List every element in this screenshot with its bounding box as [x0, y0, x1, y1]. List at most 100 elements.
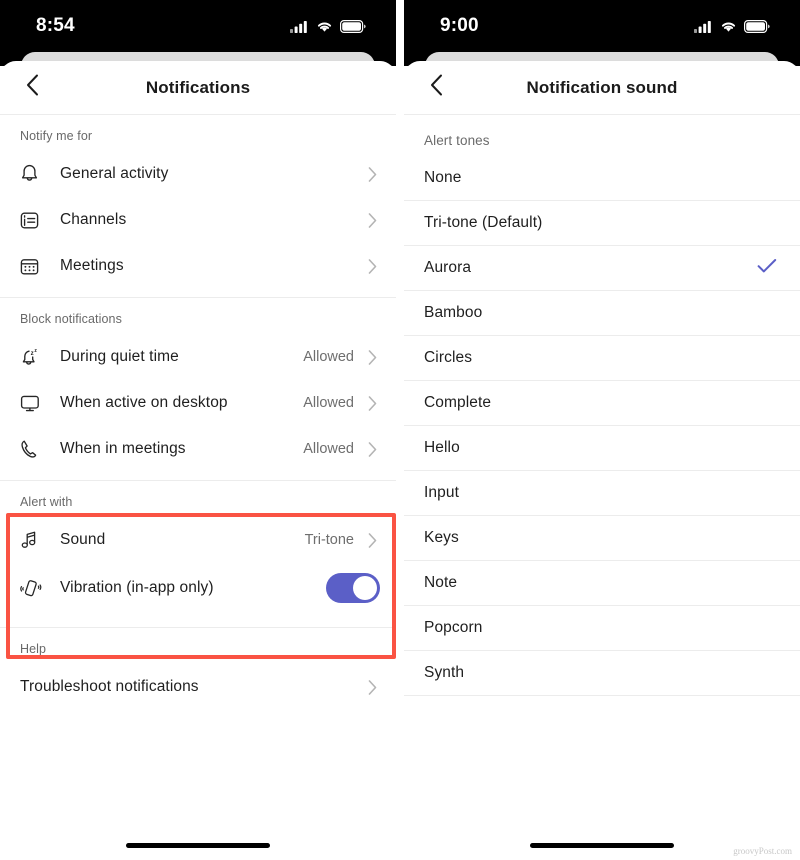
vibration-toggle[interactable]	[326, 573, 380, 603]
dual-phone-screenshot: 8:54 Notifications Notify me for General…	[0, 0, 800, 860]
tone-label: Complete	[424, 394, 492, 411]
chevron-right-icon	[364, 395, 380, 411]
navigation-bar-left: Notifications	[0, 61, 396, 115]
settings-row-when-active-on-desktop[interactable]: When active on desktop Allowed	[0, 380, 396, 426]
calendar-icon	[20, 257, 50, 276]
section-header-alert-tones: Alert tones	[424, 133, 490, 148]
home-indicator	[126, 843, 270, 848]
vibration-icon	[20, 577, 50, 599]
chevron-right-icon	[364, 532, 380, 548]
tone-label: Hello	[424, 439, 460, 456]
settings-row-label: Channels	[60, 211, 127, 228]
tone-label: Input	[424, 484, 459, 501]
wifi-icon	[720, 20, 737, 33]
tone-row-none[interactable]: None	[404, 156, 800, 201]
tone-row-popcorn[interactable]: Popcorn	[404, 606, 800, 651]
right-phone-screen: 9:00 Notification sound Alert tones None…	[404, 0, 800, 860]
channels-icon	[20, 211, 50, 230]
toggle-knob	[353, 576, 377, 600]
tone-row-input[interactable]: Input	[404, 471, 800, 516]
app-card-right: Notification sound Alert tones None Tri-…	[404, 61, 800, 860]
section-header-help: Help	[20, 642, 47, 656]
settings-row-label: When active on desktop	[60, 394, 228, 411]
tone-label: Keys	[424, 529, 459, 546]
settings-row-label: General activity	[60, 165, 169, 182]
status-bar-icons	[694, 19, 770, 33]
wifi-icon	[316, 20, 333, 33]
chevron-right-icon	[364, 441, 380, 457]
tone-label: None	[424, 169, 462, 186]
settings-row-value: Allowed	[303, 395, 354, 411]
tone-label: Popcorn	[424, 619, 483, 636]
settings-row-value: Tri-tone	[304, 532, 354, 548]
svg-text:z: z	[34, 348, 37, 354]
page-title: Notifications	[145, 77, 251, 97]
settings-list: Notify me for General activity Channels …	[0, 115, 396, 710]
home-indicator	[530, 843, 674, 848]
checkmark-icon	[757, 258, 777, 279]
phone-call-icon	[20, 439, 50, 459]
tone-label: Circles	[424, 349, 473, 366]
tone-label: Aurora	[424, 259, 472, 276]
status-bar-time: 8:54	[36, 15, 75, 36]
status-bar-left: 8:54	[0, 0, 396, 52]
bell-sleep-icon: z z	[20, 347, 50, 367]
settings-row-label: During quiet time	[60, 348, 179, 365]
battery-icon	[340, 19, 366, 33]
status-bar-time: 9:00	[440, 15, 479, 36]
navigation-bar-right: Notification sound	[404, 61, 800, 115]
tone-row-note[interactable]: Note	[404, 561, 800, 606]
chevron-right-icon	[364, 349, 380, 365]
status-bar-icons	[290, 19, 366, 33]
tone-label: Bamboo	[424, 304, 483, 321]
tone-label: Synth	[424, 664, 465, 681]
tone-row-circles[interactable]: Circles	[404, 336, 800, 381]
settings-row-channels[interactable]: Channels	[0, 197, 396, 243]
watermark: groovyPost.com	[733, 846, 792, 856]
tone-label: Note	[424, 574, 458, 591]
settings-row-sound[interactable]: Sound Tri-tone	[0, 517, 396, 563]
left-phone-screen: 8:54 Notifications Notify me for General…	[0, 0, 396, 860]
tone-row-hello[interactable]: Hello	[404, 426, 800, 471]
section-header-block-notifications: Block notifications	[20, 312, 122, 326]
tone-row-complete[interactable]: Complete	[404, 381, 800, 426]
settings-row-vibration[interactable]: Vibration (in-app only)	[0, 563, 396, 613]
svg-text:z: z	[31, 350, 34, 357]
chevron-left-icon	[26, 74, 39, 101]
settings-row-during-quiet-time[interactable]: z z During quiet time Allowed	[0, 334, 396, 380]
bell-icon	[20, 164, 50, 184]
tone-row-aurora[interactable]: Aurora	[404, 246, 800, 291]
section-header-alert-with: Alert with	[20, 495, 73, 509]
settings-row-troubleshoot-notifications[interactable]: Troubleshoot notifications	[0, 664, 396, 710]
chevron-left-icon	[430, 74, 443, 101]
tone-check-slot	[756, 258, 778, 279]
settings-row-label: Vibration (in-app only)	[60, 579, 214, 596]
monitor-icon	[20, 394, 50, 413]
music-note-icon	[20, 530, 50, 550]
section-header-notify-me-for: Notify me for	[20, 129, 93, 143]
settings-row-value: Allowed	[303, 349, 354, 365]
tone-row-keys[interactable]: Keys	[404, 516, 800, 561]
tone-row-tri-tone-default[interactable]: Tri-tone (Default)	[404, 201, 800, 246]
tone-row-bamboo[interactable]: Bamboo	[404, 291, 800, 336]
cellular-signal-icon	[694, 20, 713, 33]
tone-label: Tri-tone (Default)	[424, 214, 543, 231]
app-card-left: Notifications Notify me for General acti…	[0, 61, 396, 860]
settings-row-label: Troubleshoot notifications	[20, 678, 199, 695]
settings-row-label: Sound	[60, 531, 106, 548]
settings-row-general-activity[interactable]: General activity	[0, 151, 396, 197]
back-button[interactable]	[416, 68, 456, 108]
settings-row-value: Allowed	[303, 441, 354, 457]
chevron-right-icon	[364, 679, 380, 695]
settings-row-when-in-meetings[interactable]: When in meetings Allowed	[0, 426, 396, 472]
chevron-right-icon	[364, 212, 380, 228]
tone-row-synth[interactable]: Synth	[404, 651, 800, 696]
settings-row-label: When in meetings	[60, 440, 186, 457]
chevron-right-icon	[364, 258, 380, 274]
back-button[interactable]	[12, 68, 52, 108]
battery-icon	[744, 19, 770, 33]
settings-row-meetings[interactable]: Meetings	[0, 243, 396, 289]
alert-tones-list: None Tri-tone (Default) Aurora Bamboo Ci…	[404, 156, 800, 696]
settings-row-label: Meetings	[60, 257, 124, 274]
status-bar-right: 9:00	[404, 0, 800, 52]
